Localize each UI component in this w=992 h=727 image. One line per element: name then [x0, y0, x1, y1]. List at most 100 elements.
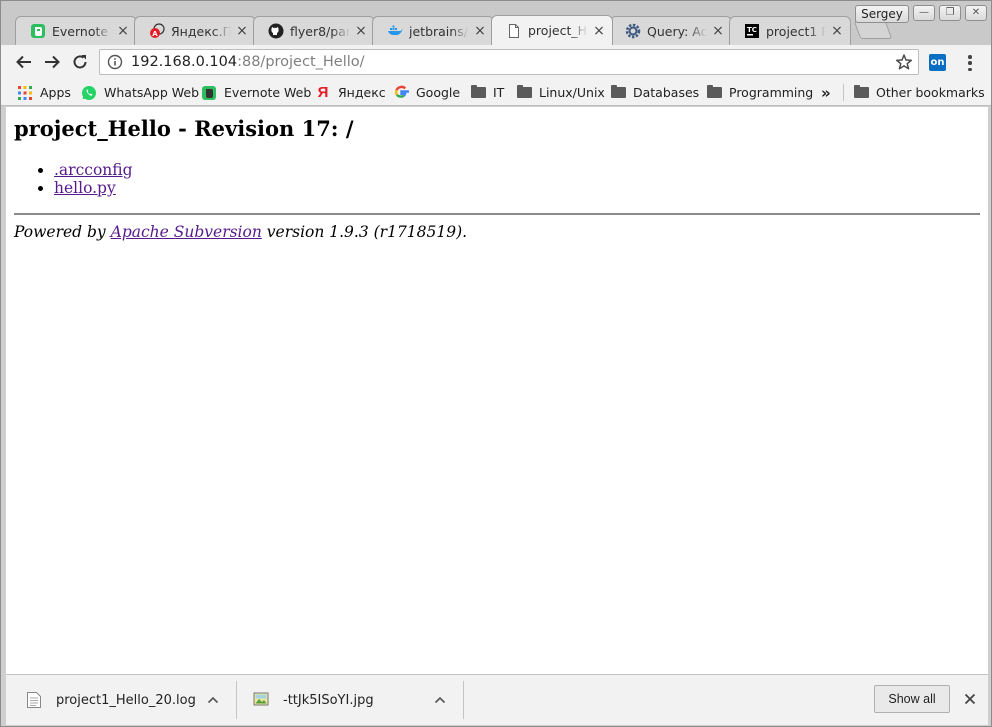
tab-project-hello[interactable]: project_He ×: [491, 15, 613, 45]
tab-github[interactable]: flyer8/para ×: [253, 16, 375, 45]
tab-title: project1 P: [766, 23, 826, 39]
bookmark-label: Яндекс: [338, 85, 386, 100]
tab-title: Яндекс.Па: [171, 23, 231, 39]
bookmarks-overflow-button[interactable]: »: [821, 83, 831, 102]
url-host: 192.168.0.104: [131, 54, 238, 70]
tab-evernote[interactable]: Evernote V ×: [15, 16, 137, 45]
bookmark-label: Programming: [729, 85, 814, 100]
browser-window: Evernote V × A Яндекс.Па × flyer8/para ×…: [0, 0, 992, 727]
list-item: .arcconfig: [54, 161, 133, 179]
file-list: .arcconfig hello.py: [54, 161, 133, 197]
text-file-icon: [26, 691, 42, 709]
bookmark-yandex[interactable]: Я Яндекс: [315, 83, 386, 102]
close-window-button[interactable]: ✕: [965, 5, 987, 21]
docker-icon: [387, 23, 403, 39]
forward-button[interactable]: [41, 51, 63, 73]
bookmark-folder-other[interactable]: Other bookmarks: [853, 83, 985, 102]
chevron-up-icon[interactable]: [206, 693, 220, 707]
folder-icon: [470, 85, 486, 101]
bookmark-folder-it[interactable]: IT: [470, 83, 504, 102]
download-shelf: project1_Hello_20.log -ttJk5ISoYI.jpg Sh…: [6, 674, 988, 725]
bookmark-apps[interactable]: Apps: [17, 83, 71, 102]
yandex-translate-icon: A: [149, 23, 165, 39]
url-path: :88/project_Hello/: [237, 54, 365, 70]
tab-title: flyer8/para: [290, 23, 350, 39]
bookmark-label: Evernote Web: [224, 85, 312, 100]
close-tab-icon[interactable]: ×: [235, 24, 249, 38]
file-link-arcconfig[interactable]: .arcconfig: [54, 161, 133, 179]
folder-icon: [610, 85, 626, 101]
browser-menu-button[interactable]: [961, 53, 979, 73]
close-tab-icon[interactable]: ×: [354, 24, 368, 38]
show-all-downloads-button[interactable]: Show all: [874, 685, 950, 713]
back-arrow-icon: [16, 55, 31, 69]
bookmark-whatsapp[interactable]: WhatsApp Web: [81, 83, 199, 102]
bookmarks-separator: [843, 84, 844, 101]
document-icon: [506, 23, 522, 39]
folder-icon: [516, 85, 532, 101]
toolbar: 192.168.0.104:88/project_Hello/ on: [1, 45, 991, 79]
file-link-hello-py[interactable]: hello.py: [54, 179, 116, 197]
reload-icon: [73, 55, 87, 69]
bookmark-label: Databases: [633, 85, 700, 100]
extension-on-icon[interactable]: on: [929, 54, 946, 71]
tab-strip: Evernote V × A Яндекс.Па × flyer8/para ×…: [1, 1, 991, 45]
close-icon[interactable]: [962, 691, 978, 707]
close-tab-icon[interactable]: ×: [592, 24, 606, 38]
address-bar[interactable]: 192.168.0.104:88/project_Hello/: [99, 49, 919, 75]
teamcity-icon: TC: [744, 23, 760, 39]
whatsapp-icon: [81, 85, 97, 101]
tab-teamcity[interactable]: TC project1 P ×: [729, 16, 851, 45]
tab-docker[interactable]: jetbrains/t ×: [372, 16, 494, 45]
page-content: project_Hello - Revision 17: / .arcconfi…: [6, 107, 988, 674]
yandex-icon: Я: [317, 84, 329, 101]
bookmark-evernote[interactable]: Evernote Web: [201, 83, 311, 102]
info-icon[interactable]: [107, 54, 123, 70]
bookmark-label: WhatsApp Web: [104, 85, 200, 100]
close-tab-icon[interactable]: ×: [711, 24, 725, 38]
tab-query[interactable]: Query: Act ×: [610, 16, 732, 45]
apps-grid-icon: [17, 85, 33, 101]
reload-button[interactable]: [69, 51, 91, 73]
chevron-up-icon[interactable]: [433, 693, 447, 707]
close-tab-icon[interactable]: ×: [830, 24, 844, 38]
bookmark-label: Linux/Unix: [539, 85, 605, 100]
close-tab-icon[interactable]: ×: [473, 24, 487, 38]
google-icon: [393, 85, 409, 101]
forward-arrow-icon: [45, 55, 60, 69]
list-item: hello.py: [54, 179, 133, 197]
close-tab-icon[interactable]: ×: [116, 24, 130, 38]
download-item-jpg[interactable]: -ttJk5ISoYI.jpg: [253, 675, 453, 725]
bookmark-label: IT: [493, 85, 505, 100]
bookmarks-bar: Apps WhatsApp Web Evernote Web Я Яндекс …: [1, 79, 991, 106]
profile-button[interactable]: Sergey: [855, 5, 909, 23]
bookmark-label: Apps: [40, 85, 71, 100]
minimize-button[interactable]: —: [913, 5, 935, 21]
evernote-icon: [30, 23, 46, 39]
star-icon[interactable]: [895, 53, 913, 71]
tab-title: Query: Act: [647, 23, 707, 39]
download-filename: -ttJk5ISoYI.jpg: [283, 692, 374, 708]
back-button[interactable]: [13, 51, 35, 73]
bookmark-folder-linux-unix[interactable]: Linux/Unix: [516, 83, 605, 102]
folder-icon: [853, 85, 869, 101]
gear-icon: [625, 23, 641, 39]
download-separator: [236, 681, 237, 719]
github-icon: [268, 23, 284, 39]
bookmark-google[interactable]: Google: [393, 83, 460, 102]
svg-text:TC: TC: [747, 26, 757, 34]
bookmark-folder-databases[interactable]: Databases: [610, 83, 699, 102]
new-tab-button[interactable]: [853, 21, 893, 39]
tab-yandex-translate[interactable]: A Яндекс.Па ×: [134, 16, 256, 45]
bookmark-label: Other bookmarks: [876, 85, 985, 100]
download-item-log[interactable]: project1_Hello_20.log: [26, 675, 226, 725]
apache-subversion-link[interactable]: Apache Subversion: [111, 223, 262, 241]
bookmark-folder-programming[interactable]: Programming: [706, 83, 813, 102]
maximize-button[interactable]: ❐: [939, 5, 961, 21]
footer-prefix: Powered by: [14, 223, 111, 241]
powered-by-footer: Powered by Apache Subversion version 1.9…: [14, 223, 467, 241]
download-filename: project1_Hello_20.log: [56, 692, 196, 708]
bookmark-label: Google: [416, 85, 461, 100]
tab-title: project_He: [528, 23, 588, 38]
tab-title: jetbrains/t: [409, 23, 469, 39]
